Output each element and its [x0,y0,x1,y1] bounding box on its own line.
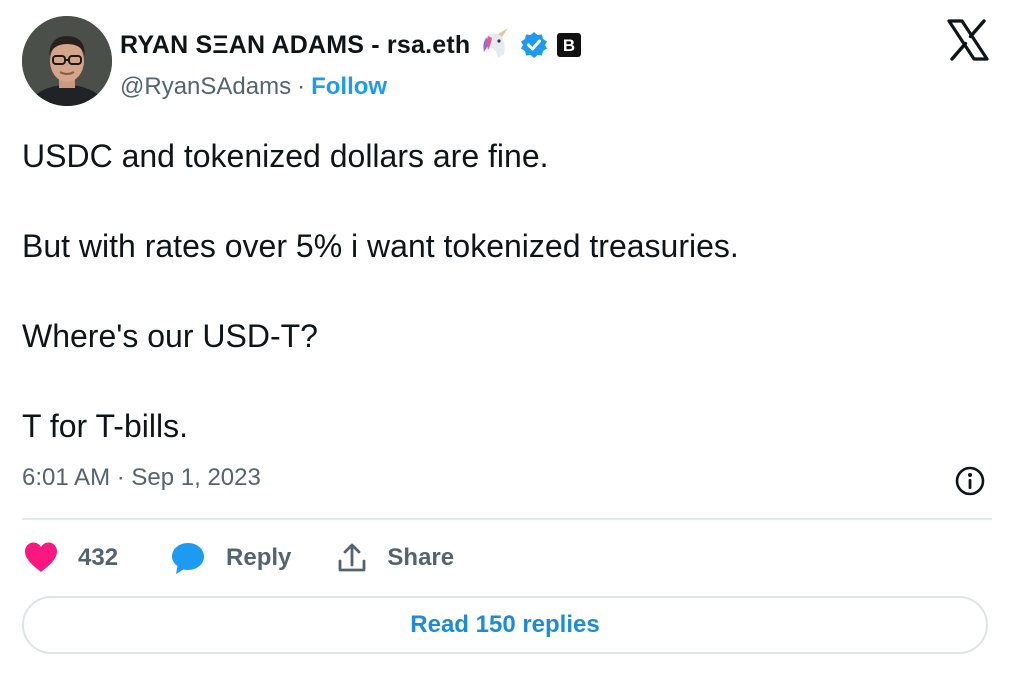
reply-label: Reply [226,544,292,571]
tweet-timestamp[interactable]: 6:01 AM · Sep 1, 2023 [22,464,261,492]
like-count: 432 [78,544,119,571]
verified-badge-icon[interactable] [520,31,548,59]
tweet-paragraph: But with rates over 5% i want tokenized … [22,228,739,264]
x-logo-icon[interactable] [946,18,990,62]
author-name-row: RYAN SΞAN ADAMS - rsa.eth B [120,26,582,64]
action-bar: 432 Reply Share [22,536,454,580]
heart-icon [25,542,57,572]
author-handle[interactable]: @RyanSAdams [120,73,291,101]
divider [22,518,992,520]
avatar-photo [22,16,112,106]
share-icon [339,543,366,572]
tweet-paragraph: USDC and tokenized dollars are fine. [22,138,549,174]
bankless-badge-letter: B [563,36,575,55]
tweet-body: USDC and tokenized dollars are fine. But… [22,134,982,449]
read-replies-button[interactable]: Read 150 replies [22,596,988,654]
reply-button[interactable]: Reply [170,540,291,576]
author-handle-row: @RyanSAdams · Follow [120,70,387,104]
like-button[interactable]: 432 [22,539,118,577]
share-button[interactable]: Share [335,541,454,575]
follow-button[interactable]: Follow [311,73,387,101]
bankless-badge-icon[interactable]: B [556,32,582,58]
info-icon[interactable] [954,465,986,497]
author-avatar[interactable] [22,16,112,106]
share-label: Share [387,544,455,571]
unicorn-icon [478,28,512,62]
tweet-paragraph: T for T-bills. [22,408,188,444]
author-display-name[interactable]: RYAN SΞAN ADAMS - rsa.eth [120,31,470,60]
tweet-card: RYAN SΞAN ADAMS - rsa.eth B @RyanSAdams … [0,0,1015,675]
handle-separator: · [297,73,306,100]
tweet-paragraph: Where's our USD-T? [22,318,318,354]
reply-bubble-icon [172,543,205,574]
